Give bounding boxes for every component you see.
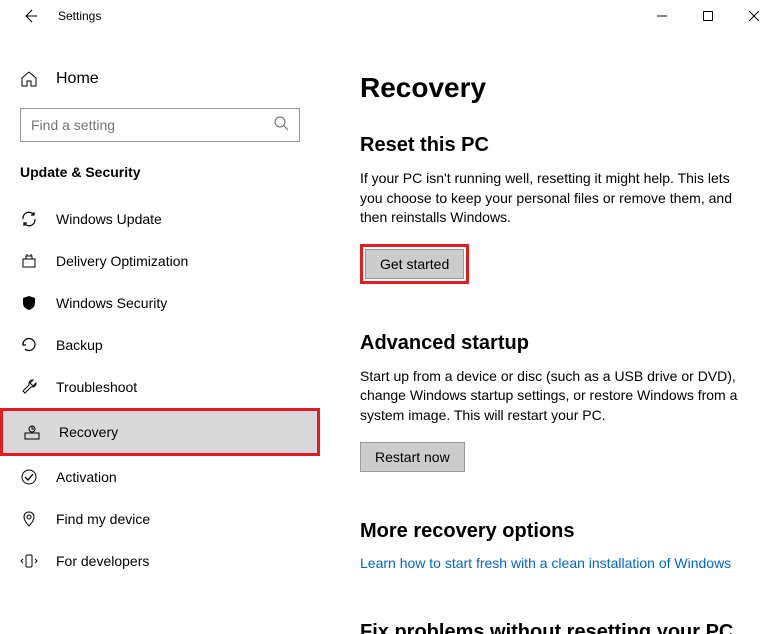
close-icon bbox=[749, 11, 759, 21]
delivery-icon bbox=[20, 252, 38, 270]
minimize-button[interactable] bbox=[639, 0, 685, 32]
app-title: Settings bbox=[58, 9, 101, 23]
location-icon bbox=[20, 510, 38, 528]
close-button[interactable] bbox=[731, 0, 777, 32]
wrench-icon bbox=[20, 378, 38, 396]
maximize-icon bbox=[703, 11, 713, 21]
sidebar-item-label: Delivery Optimization bbox=[56, 253, 188, 269]
recovery-icon bbox=[23, 423, 41, 441]
sidebar-item-troubleshoot[interactable]: Troubleshoot bbox=[0, 366, 320, 408]
sidebar-item-backup[interactable]: Backup bbox=[0, 324, 320, 366]
activation-icon bbox=[20, 468, 38, 486]
get-started-button[interactable]: Get started bbox=[365, 249, 464, 279]
home-button[interactable]: Home bbox=[0, 62, 320, 96]
sidebar-item-activation[interactable]: Activation bbox=[0, 456, 320, 498]
search-input[interactable] bbox=[31, 117, 273, 133]
search-icon bbox=[273, 115, 289, 136]
sidebar: Home Update & Security Windows Update bbox=[0, 32, 320, 634]
maximize-button[interactable] bbox=[685, 0, 731, 32]
settings-window: Settings Home bbox=[0, 0, 777, 634]
home-icon bbox=[20, 70, 38, 88]
reset-section: Reset this PC If your PC isn't running w… bbox=[360, 134, 747, 284]
main-content: Recovery Reset this PC If your PC isn't … bbox=[320, 32, 777, 634]
fix-section: Fix problems without resetting your PC bbox=[360, 621, 747, 634]
more-section: More recovery options Learn how to start… bbox=[360, 520, 747, 573]
get-started-highlight: Get started bbox=[360, 244, 469, 284]
home-label: Home bbox=[56, 70, 99, 88]
shield-icon bbox=[20, 294, 38, 312]
window-controls bbox=[639, 0, 777, 32]
sidebar-item-windows-update[interactable]: Windows Update bbox=[0, 198, 320, 240]
titlebar-left: Settings bbox=[20, 6, 101, 26]
sidebar-item-label: Activation bbox=[56, 469, 117, 485]
more-heading: More recovery options bbox=[360, 520, 747, 543]
sidebar-item-windows-security[interactable]: Windows Security bbox=[0, 282, 320, 324]
advanced-heading: Advanced startup bbox=[360, 332, 747, 355]
backup-icon bbox=[20, 336, 38, 354]
titlebar: Settings bbox=[0, 0, 777, 32]
developers-icon bbox=[20, 552, 38, 570]
sync-icon bbox=[20, 210, 38, 228]
sidebar-item-label: Backup bbox=[56, 337, 103, 353]
fresh-install-link[interactable]: Learn how to start fresh with a clean in… bbox=[360, 555, 731, 571]
sidebar-item-label: Find my device bbox=[56, 511, 150, 527]
sidebar-item-find-my-device[interactable]: Find my device bbox=[0, 498, 320, 540]
sidebar-item-label: Recovery bbox=[59, 424, 118, 440]
sidebar-item-label: Windows Security bbox=[56, 295, 167, 311]
section-title: Update & Security bbox=[0, 164, 320, 198]
reset-body: If your PC isn't running well, resetting… bbox=[360, 169, 747, 228]
minimize-icon bbox=[657, 11, 667, 21]
back-button[interactable] bbox=[20, 6, 40, 26]
sidebar-item-delivery-optimization[interactable]: Delivery Optimization bbox=[0, 240, 320, 282]
sidebar-item-recovery[interactable]: Recovery bbox=[0, 408, 320, 456]
arrow-left-icon bbox=[22, 8, 38, 24]
reset-heading: Reset this PC bbox=[360, 134, 747, 157]
advanced-body: Start up from a device or disc (such as … bbox=[360, 367, 747, 426]
advanced-section: Advanced startup Start up from a device … bbox=[360, 332, 747, 472]
restart-now-button[interactable]: Restart now bbox=[360, 442, 465, 472]
sidebar-item-for-developers[interactable]: For developers bbox=[0, 540, 320, 582]
sidebar-item-label: Troubleshoot bbox=[56, 379, 137, 395]
sidebar-item-label: Windows Update bbox=[56, 211, 162, 227]
page-title: Recovery bbox=[360, 72, 747, 104]
fix-heading: Fix problems without resetting your PC bbox=[360, 621, 747, 634]
search-box[interactable] bbox=[20, 108, 300, 142]
content-area: Home Update & Security Windows Update bbox=[0, 32, 777, 634]
sidebar-item-label: For developers bbox=[56, 553, 149, 569]
